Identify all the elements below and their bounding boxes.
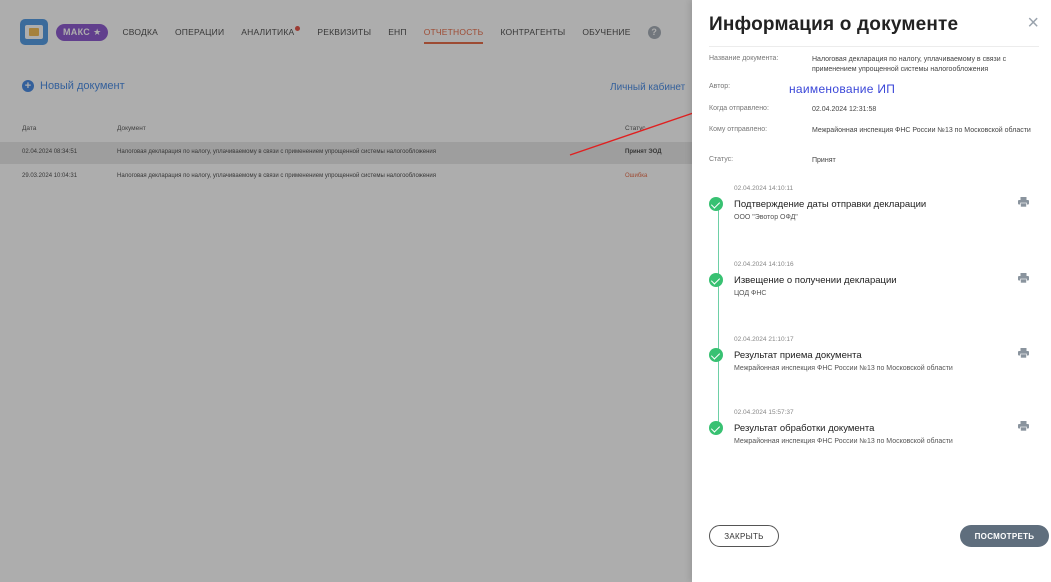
print-icon[interactable] xyxy=(1018,273,1029,283)
info-document-name: Название документа: Налоговая декларация… xyxy=(709,55,1044,79)
check-icon xyxy=(709,348,723,362)
event-date: 02.04.2024 14:10:16 xyxy=(734,261,794,268)
timeline-event: 02.04.2024 21:10:17 Результат приема док… xyxy=(709,336,1044,376)
event-date: 02.04.2024 14:10:11 xyxy=(734,185,794,192)
check-icon xyxy=(709,421,723,435)
status-label: Статус: xyxy=(709,156,734,163)
sent-time-value: 02.04.2024 12:31:58 xyxy=(812,106,877,113)
check-icon xyxy=(709,273,723,287)
print-icon[interactable] xyxy=(1018,348,1029,358)
divider xyxy=(709,46,1039,47)
status-value: Принят xyxy=(812,157,836,164)
timeline-event: 02.04.2024 14:10:11 Подтверждение даты о… xyxy=(709,185,1044,225)
print-icon[interactable] xyxy=(1018,197,1029,207)
check-icon xyxy=(709,197,723,211)
panel-title: Информация о документе xyxy=(709,14,959,35)
event-org: ООО "Эвотор ОФД" xyxy=(734,214,798,221)
recipient-label: Кому отправлено: xyxy=(709,126,768,133)
close-icon[interactable]: × xyxy=(1027,13,1039,33)
info-sent-time: Когда отправлено: 02.04.2024 12:31:58 xyxy=(709,105,1044,117)
document-name-label: Название документа: xyxy=(709,55,779,62)
timeline-event: 02.04.2024 15:57:37 Результат обработки … xyxy=(709,409,1044,449)
timeline-event: 02.04.2024 14:10:16 Извещение о получени… xyxy=(709,261,1044,301)
document-info-panel: Информация о документе × Название докуме… xyxy=(692,0,1051,582)
info-status: Статус: Принят xyxy=(709,156,1044,168)
event-name: Подтверждение даты отправки декларации xyxy=(734,199,927,210)
view-button[interactable]: ПОСМОТРЕТЬ xyxy=(960,525,1049,547)
event-name: Извещение о получении декларации xyxy=(734,275,897,286)
recipient-value: Межрайонная инспекция ФНС России №13 по … xyxy=(812,127,1031,134)
document-name-value: Налоговая декларация по налогу, уплачива… xyxy=(812,56,1007,73)
event-org: Межрайонная инспекция ФНС России №13 по … xyxy=(734,365,953,372)
sent-time-label: Когда отправлено: xyxy=(709,105,769,112)
info-recipient: Кому отправлено: Межрайонная инспекция Ф… xyxy=(709,126,1044,148)
event-date: 02.04.2024 21:10:17 xyxy=(734,336,794,343)
event-name: Результат приема документа xyxy=(734,350,862,361)
event-org: ЦОД ФНС xyxy=(734,290,767,297)
event-date: 02.04.2024 15:57:37 xyxy=(734,409,794,416)
author-label: Автор: xyxy=(709,83,731,90)
close-button[interactable]: ЗАКРЫТЬ xyxy=(709,525,779,547)
timeline-line xyxy=(718,208,719,430)
print-icon[interactable] xyxy=(1018,421,1029,431)
event-name: Результат обработки документа xyxy=(734,423,875,434)
author-value: наименование ИП xyxy=(789,82,896,96)
event-org: Межрайонная инспекция ФНС России №13 по … xyxy=(734,438,953,445)
